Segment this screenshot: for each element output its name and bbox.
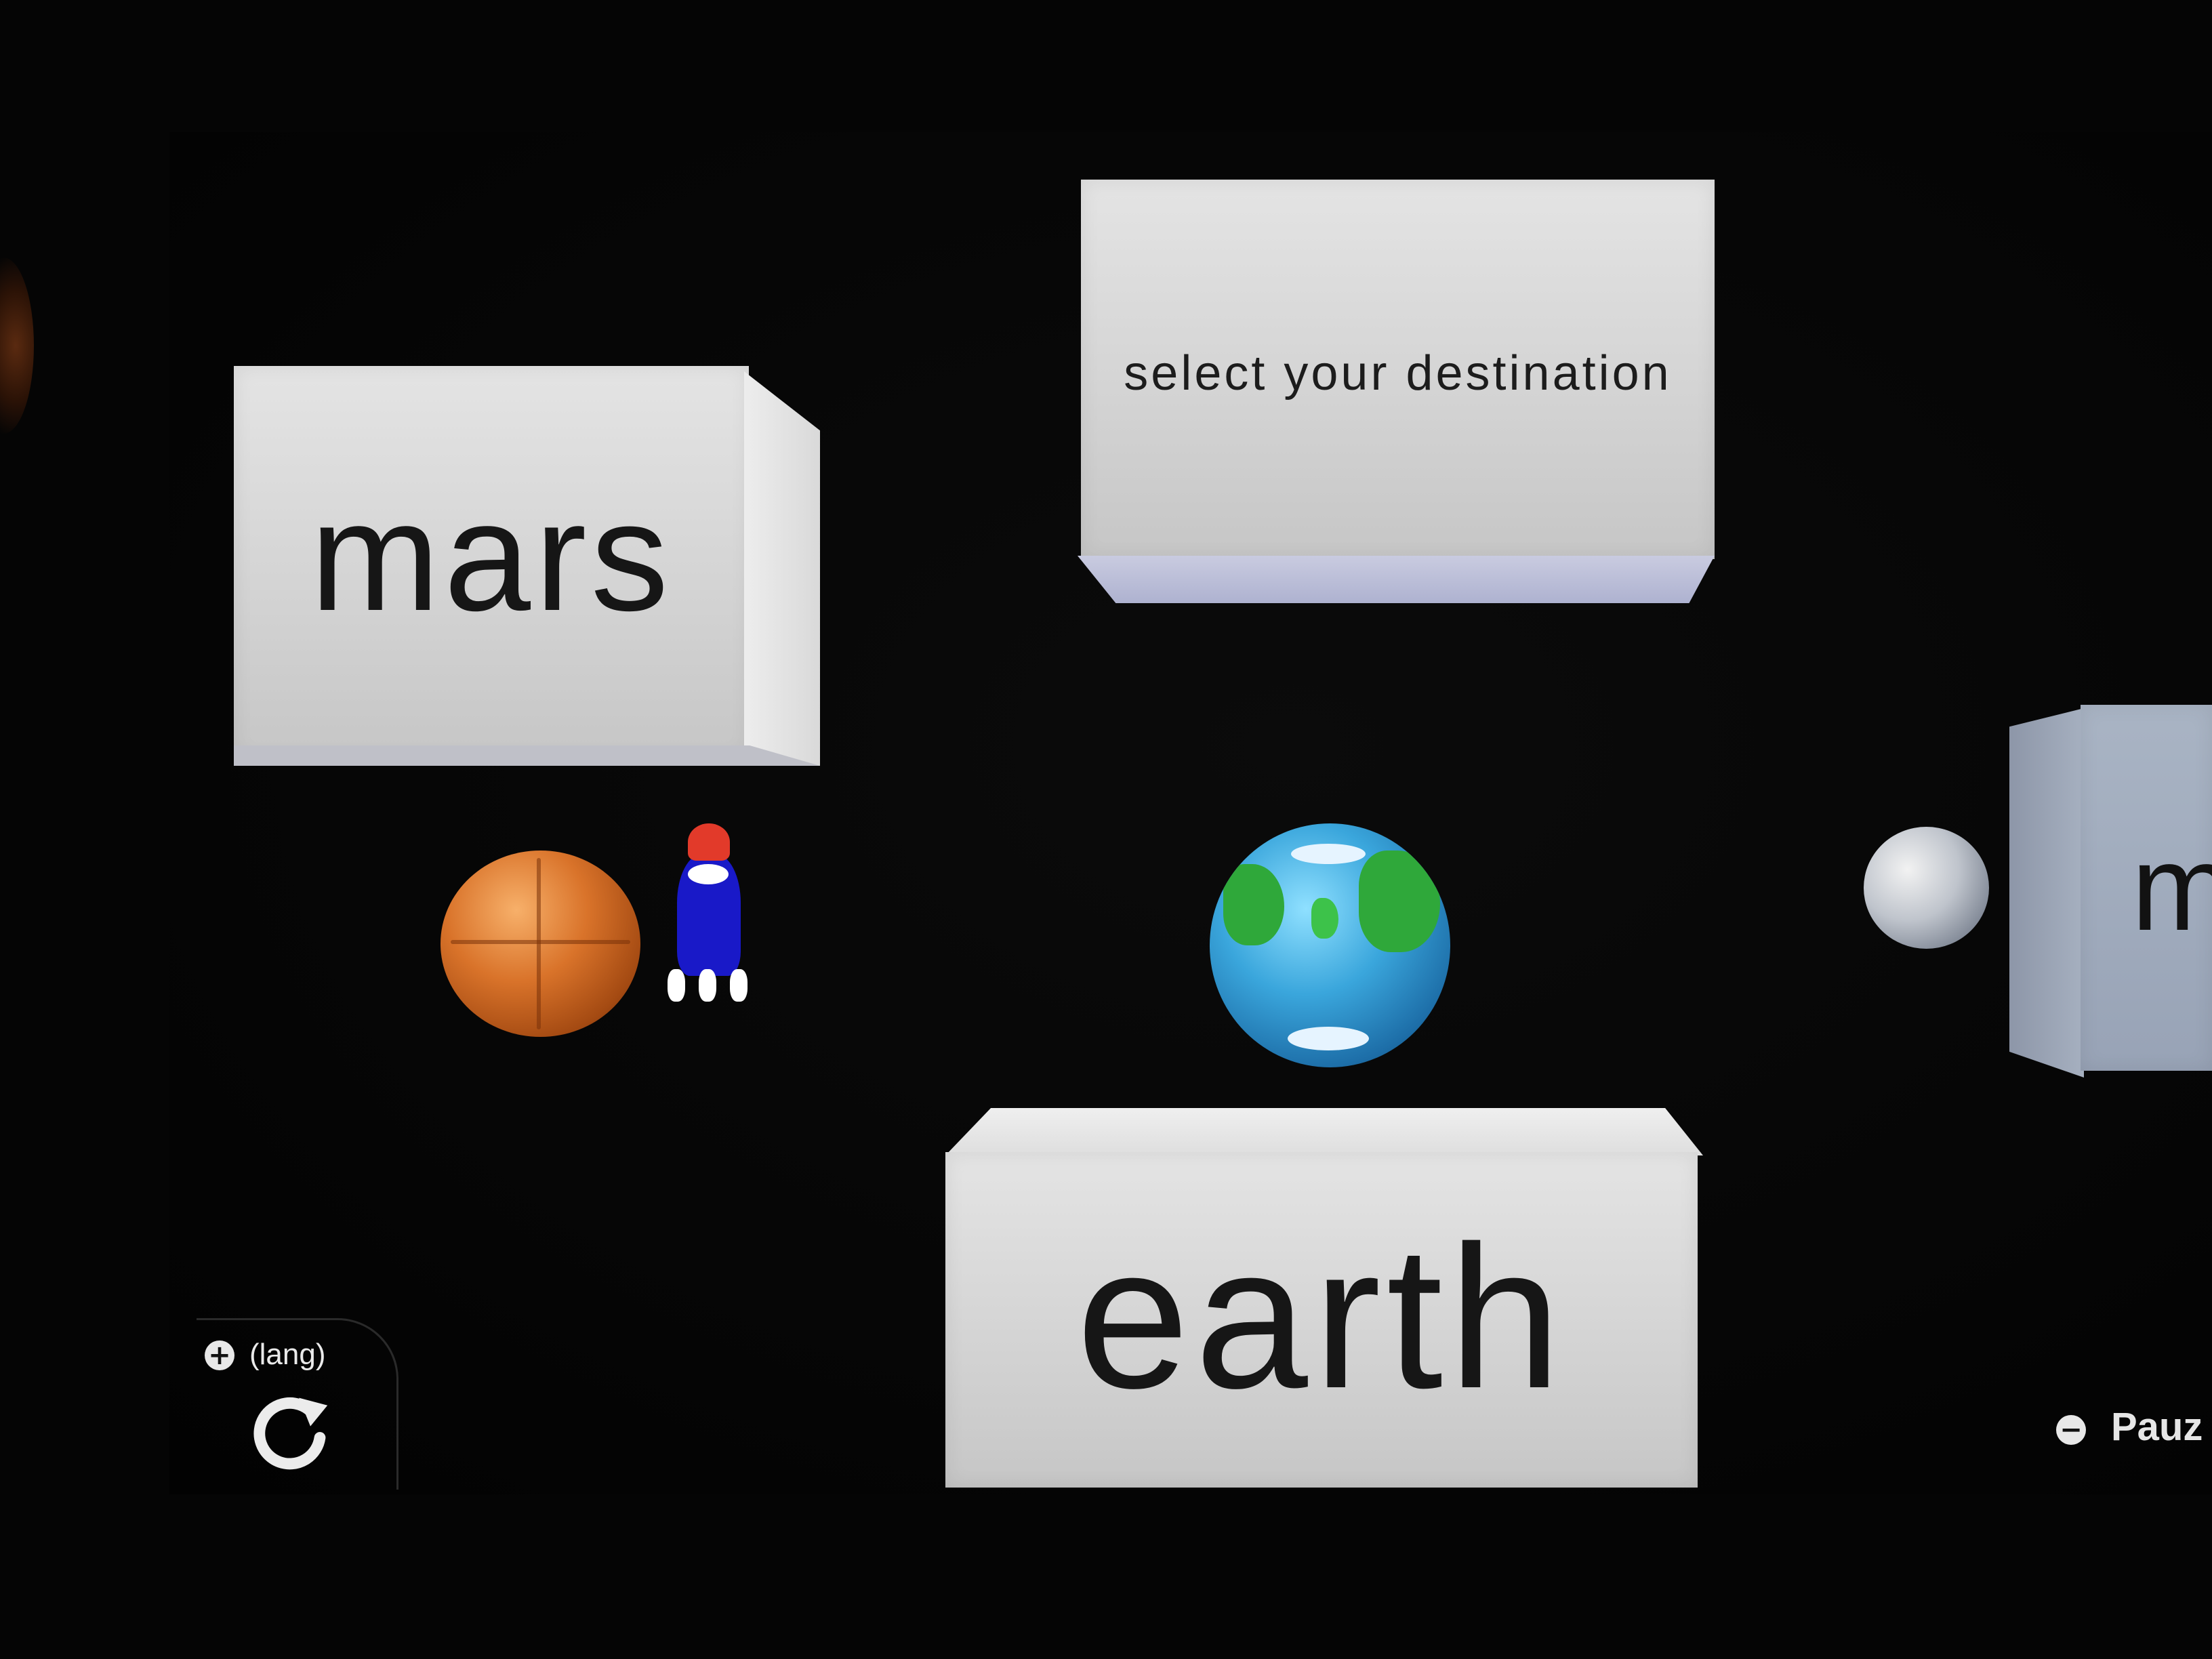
mars-block-bottom	[234, 745, 820, 766]
partial-block-label: m	[2131, 819, 2212, 956]
earth-block-top	[945, 1108, 1703, 1155]
earth-continent	[1223, 864, 1284, 945]
destination-prompt-text: select your destination	[1124, 346, 1672, 401]
rocket-leg	[730, 969, 747, 1002]
earth-ice-cap	[1288, 1027, 1369, 1050]
rocket-leg	[668, 969, 685, 1002]
refresh-icon[interactable]	[244, 1385, 339, 1479]
moon-planet[interactable]	[1864, 827, 1989, 949]
partial-block-side	[2009, 708, 2084, 1078]
mars-destination-block[interactable]: mars	[234, 366, 749, 759]
plus-button-icon[interactable]: +	[205, 1340, 234, 1370]
earth-ice-cap	[1291, 844, 1366, 864]
mars-planet[interactable]	[441, 851, 640, 1037]
pause-label: Pauz	[2111, 1405, 2203, 1449]
earth-label: earth	[1076, 1202, 1567, 1431]
language-control-panel[interactable]: + (lang)	[197, 1318, 398, 1490]
earth-continent	[1311, 898, 1338, 939]
earth-continent	[1359, 851, 1440, 952]
partial-destination-block[interactable]: m	[2081, 705, 2212, 1071]
rocket-icon	[668, 823, 749, 1013]
destination-prompt-block-bottom	[1078, 556, 1715, 603]
rocket-nose	[688, 823, 730, 861]
earth-planet[interactable]	[1210, 823, 1450, 1067]
mars-label: mars	[310, 468, 673, 643]
destination-prompt-block: select your destination	[1081, 180, 1715, 559]
mars-block-side	[744, 371, 820, 766]
rocket-window	[688, 864, 729, 884]
minus-button-icon[interactable]: −	[2056, 1415, 2086, 1445]
earth-destination-block[interactable]: earth	[945, 1152, 1698, 1488]
language-label: (lang)	[249, 1338, 326, 1371]
edge-glow	[0, 258, 34, 434]
rocket-leg	[699, 969, 716, 1002]
